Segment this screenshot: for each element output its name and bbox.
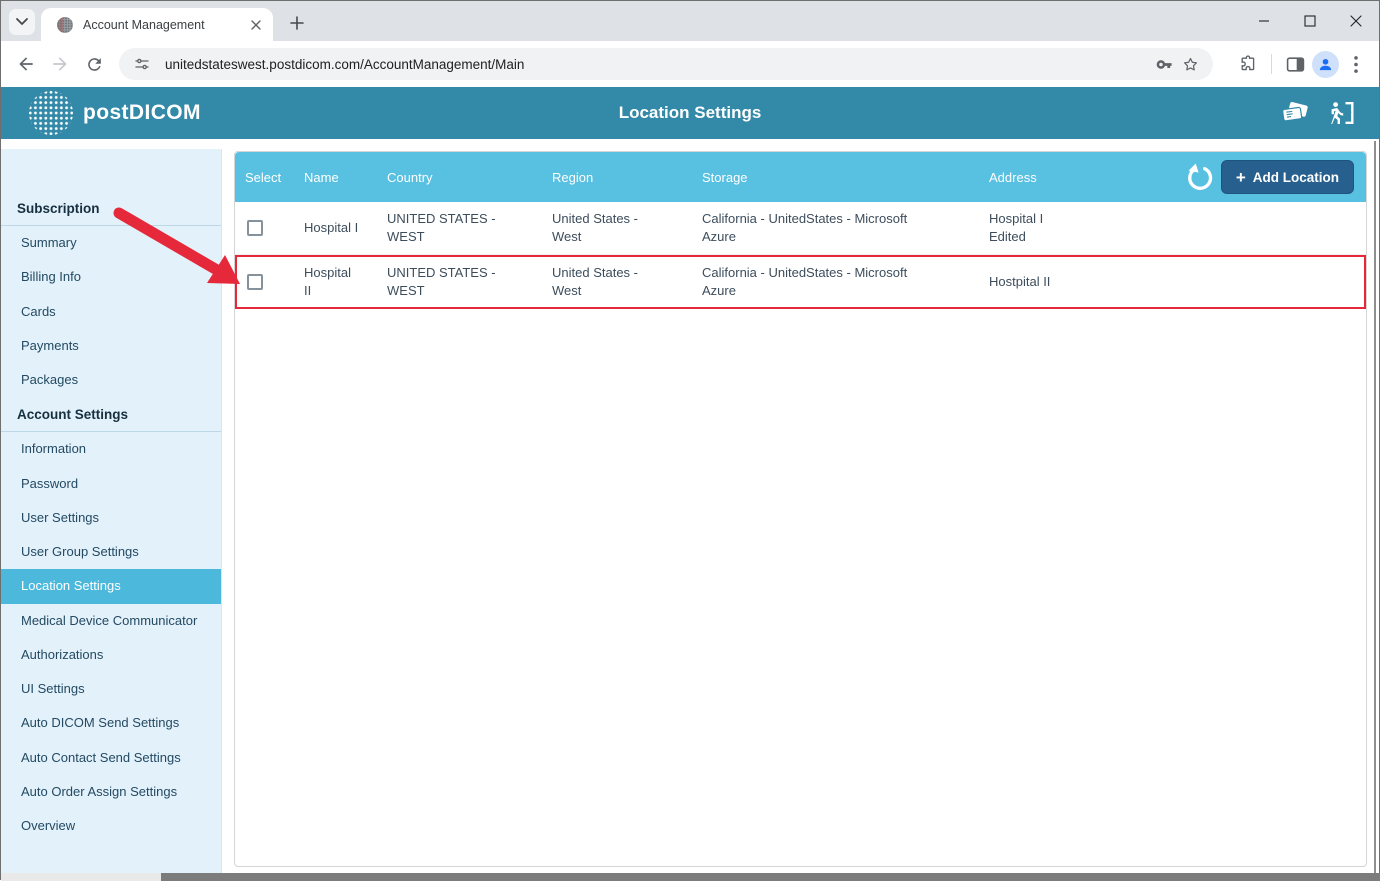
sidebar-item-auto-order-assign-settings[interactable]: Auto Order Assign Settings (1, 775, 221, 809)
cell-name: Hospital II (304, 256, 387, 307)
credits-button[interactable] (1279, 99, 1311, 127)
cell-address: Hostpital II (989, 265, 1366, 299)
forward-button[interactable] (43, 47, 77, 81)
sidebar-section-subscription: Subscription (1, 191, 221, 226)
row-checkbox[interactable] (247, 274, 263, 290)
column-header-name: Name (304, 170, 387, 185)
new-tab-button[interactable] (284, 10, 310, 36)
page-title: Location Settings (1, 103, 1379, 123)
column-header-country: Country (387, 170, 552, 185)
side-panel-icon (1286, 56, 1305, 73)
tab-search-button[interactable] (9, 9, 35, 35)
person-icon (1317, 56, 1334, 73)
maximize-button[interactable] (1287, 1, 1333, 41)
forward-arrow-icon (50, 54, 70, 74)
site-settings-icon[interactable] (129, 51, 155, 77)
plus-icon: + (1236, 169, 1246, 186)
site-favicon (57, 17, 73, 33)
cell-country: UNITED STATES - WEST (387, 202, 552, 253)
sidebar-item-auto-dicom-send-settings[interactable]: Auto DICOM Send Settings (1, 706, 221, 740)
postdicom-logo-icon (29, 91, 73, 135)
tab-strip: Account Management (1, 1, 1379, 41)
toolbar-divider (1271, 54, 1272, 74)
column-header-select: Select (235, 170, 304, 185)
logout-button[interactable] (1325, 99, 1357, 127)
sidebar-item-user-settings[interactable]: User Settings (1, 501, 221, 535)
sidebar-item-payments[interactable]: Payments (1, 329, 221, 363)
sidebar-item-medical-device-communicator[interactable]: Medical Device Communicator (1, 604, 221, 638)
add-location-label: Add Location (1253, 170, 1339, 185)
tab-title: Account Management (83, 18, 247, 32)
sidebar-nav: Subscription Summary Billing Info Cards … (1, 149, 222, 873)
sidebar-item-ui-settings[interactable]: UI Settings (1, 672, 221, 706)
sidebar-section-account-settings: Account Settings (1, 397, 221, 432)
tab-account-management[interactable]: Account Management (41, 8, 273, 41)
table-header-row: Select Name Country Region Storage Addre… (235, 152, 1366, 202)
app-header: Location Settings postDICOM (1, 87, 1379, 139)
profile-avatar[interactable] (1312, 51, 1339, 78)
sidebar-item-overview[interactable]: Overview (1, 809, 221, 843)
puzzle-icon (1239, 55, 1257, 73)
cell-name: Hospital I (304, 211, 387, 245)
row-checkbox[interactable] (247, 220, 263, 236)
reload-button[interactable] (77, 47, 111, 81)
sidebar-item-password[interactable]: Password (1, 467, 221, 501)
kebab-menu-icon (1354, 56, 1358, 73)
browser-window: Account Management (0, 0, 1380, 880)
reload-icon (85, 55, 104, 74)
extensions-button[interactable] (1231, 47, 1265, 81)
password-key-icon[interactable] (1151, 51, 1177, 77)
column-header-region: Region (552, 170, 702, 185)
sidebar-item-auto-contact-send-settings[interactable]: Auto Contact Send Settings (1, 741, 221, 775)
cell-storage: California - UnitedStates - Microsoft Az… (702, 202, 989, 253)
chevron-down-icon (16, 18, 28, 26)
browser-toolbar: unitedstateswest.postdicom.com/AccountMa… (1, 41, 1379, 87)
cell-region: United States - West (552, 256, 702, 307)
sidebar-item-cards[interactable]: Cards (1, 295, 221, 329)
table-row-hospital-1[interactable]: Hospital I UNITED STATES - WEST United S… (235, 202, 1366, 255)
refresh-button[interactable] (1185, 163, 1214, 192)
refresh-icon (1185, 163, 1214, 192)
tab-close-icon[interactable] (247, 16, 265, 34)
url-input[interactable]: unitedstateswest.postdicom.com/AccountMa… (165, 57, 1151, 72)
sidebar-item-location-settings[interactable]: Location Settings (1, 569, 221, 603)
sidebar-item-information[interactable]: Information (1, 432, 221, 466)
sidebar-item-user-group-settings[interactable]: User Group Settings (1, 535, 221, 569)
back-arrow-icon (16, 54, 36, 74)
vertical-scrollbar[interactable] (1374, 141, 1376, 873)
bookmark-star-icon[interactable] (1177, 51, 1203, 77)
close-window-button[interactable] (1333, 1, 1379, 41)
sidebar-item-billing-info[interactable]: Billing Info (1, 260, 221, 294)
url-bar[interactable]: unitedstateswest.postdicom.com/AccountMa… (119, 48, 1213, 80)
location-table-panel: Select Name Country Region Storage Addre… (234, 151, 1367, 867)
minimize-button[interactable] (1241, 1, 1287, 41)
cell-country: UNITED STATES - WEST (387, 256, 552, 307)
exit-run-icon (1327, 100, 1355, 126)
cell-region: United States - West (552, 202, 702, 253)
toolbar-right-icons (1223, 47, 1373, 81)
sidebar-item-packages[interactable]: Packages (1, 363, 221, 397)
table-row-hospital-2[interactable]: Hospital II UNITED STATES - WEST United … (235, 255, 1366, 309)
plus-icon (290, 16, 304, 30)
column-header-storage: Storage (702, 170, 989, 185)
brand-name: postDICOM (83, 101, 201, 125)
sidebar-item-authorizations[interactable]: Authorizations (1, 638, 221, 672)
cell-address: Hospital I Edited (989, 202, 1366, 253)
brand-logo[interactable]: postDICOM (29, 91, 201, 135)
sidebar-item-summary[interactable]: Summary (1, 226, 221, 260)
cell-storage: California - UnitedStates - Microsoft Az… (702, 256, 989, 307)
browser-menu-button[interactable] (1339, 47, 1373, 81)
add-location-button[interactable]: + Add Location (1221, 160, 1354, 194)
side-panel-button[interactable] (1278, 47, 1312, 81)
window-controls (1241, 1, 1379, 41)
banknotes-icon (1280, 100, 1310, 126)
back-button[interactable] (9, 47, 43, 81)
